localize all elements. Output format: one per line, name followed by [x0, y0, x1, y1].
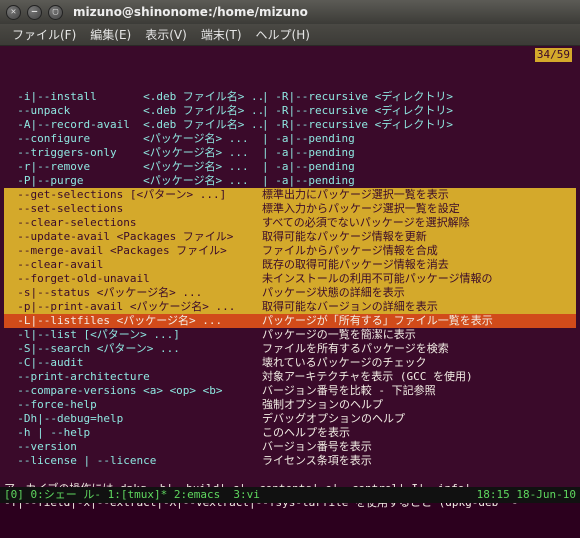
tmux-status-left: [0] 0:シェー ル- 1:[tmux]* 2:emacs 3:vi [4, 488, 260, 502]
terminal[interactable]: 34/59 -i|--install <.deb ファイル名> ...| -R|… [0, 46, 580, 503]
titlebar: ✕ – ▢ mizuno@shinonome:/home/mizuno [0, 0, 580, 24]
menu-terminal[interactable]: 端末(T) [195, 24, 248, 45]
window-title: mizuno@shinonome:/home/mizuno [73, 5, 308, 19]
tmux-status: [0] 0:シェー ル- 1:[tmux]* 2:emacs 3:vi 18:1… [0, 487, 580, 503]
menu-view[interactable]: 表示(V) [139, 24, 193, 45]
minimize-icon[interactable]: – [27, 5, 42, 20]
maximize-icon[interactable]: ▢ [48, 5, 63, 20]
menu-edit[interactable]: 編集(E) [84, 24, 137, 45]
close-icon[interactable]: ✕ [6, 5, 21, 20]
menu-help[interactable]: ヘルプ(H) [250, 24, 316, 45]
menubar: ファイル(F) 編集(E) 表示(V) 端末(T) ヘルプ(H) [0, 24, 580, 46]
menu-file[interactable]: ファイル(F) [6, 24, 82, 45]
terminal-content: -i|--install <.deb ファイル名> ...| -R|--recu… [4, 90, 576, 510]
less-counter: 34/59 [535, 48, 572, 62]
tmux-status-right: 18:15 18-Jun-10 [477, 488, 576, 502]
